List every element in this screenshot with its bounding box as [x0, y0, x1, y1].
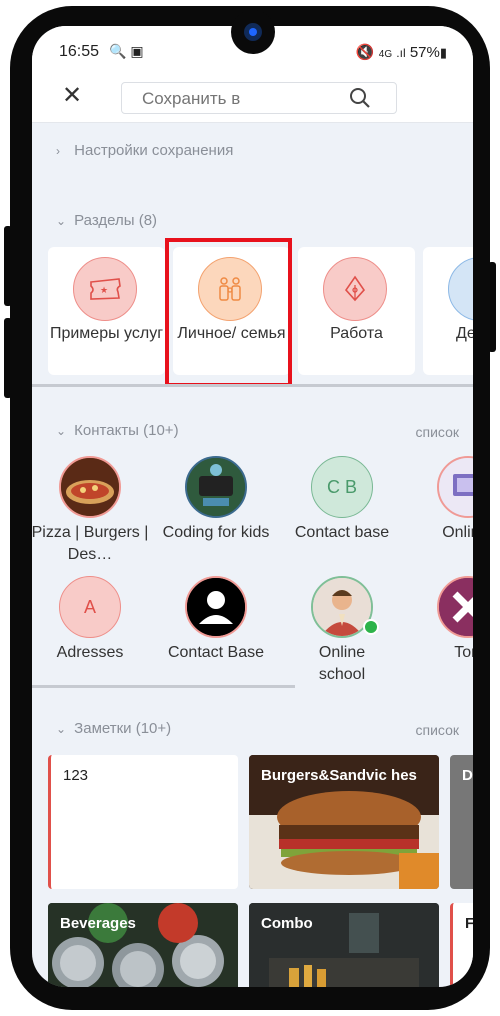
section-card-ded[interactable]: Дед на — [423, 247, 473, 375]
avatar-initials: C B — [311, 456, 373, 518]
sections-scrollbar[interactable] — [32, 384, 473, 387]
search-input[interactable] — [142, 89, 342, 109]
pen-nib-icon — [323, 257, 387, 321]
highlight-box — [165, 238, 292, 387]
signal-icon: .ıl — [396, 46, 406, 60]
battery-icon: ▮ — [439, 45, 447, 60]
note-card[interactable]: 123 — [48, 755, 238, 889]
notes-label: Заметки (10+) — [74, 720, 172, 737]
contact-name: Contact base — [294, 524, 390, 541]
search-box[interactable] — [121, 82, 397, 114]
note-title: Burgers&Sandvic hes — [261, 767, 417, 784]
person-icon — [185, 576, 247, 638]
globe-icon — [448, 257, 473, 321]
ticket-icon: ★ — [73, 257, 137, 321]
contact-name: Contact Base — [167, 644, 265, 661]
section-label: Работа — [330, 325, 383, 342]
status-right-icons: 🔇 4G .ıl 57%▮ — [356, 43, 447, 61]
mute-icon: 🔇 — [355, 44, 375, 61]
close-icon[interactable]: ✕ — [62, 84, 82, 108]
status-time: 16:55 — [59, 43, 100, 60]
note-title: D — [462, 767, 473, 784]
front-camera — [231, 10, 275, 54]
contact-name: Online- — [442, 524, 473, 541]
note-title: Combo — [261, 915, 313, 932]
note-card[interactable]: Beverages — [48, 903, 238, 987]
x-icon — [437, 576, 473, 638]
section-card-work[interactable]: Работа — [298, 247, 415, 375]
note-title: F — [465, 913, 473, 934]
screen: 16:55 🔍 ▣ 🔇 4G .ıl 57%▮ ✕ › Настройки со… — [32, 26, 473, 987]
search-icon[interactable] — [348, 86, 372, 110]
section-label: Примеры услуг — [49, 325, 164, 342]
section-label: Дед на — [456, 325, 473, 342]
avatar — [437, 456, 473, 518]
sections-label: Разделы (8) — [74, 212, 158, 229]
note-card[interactable]: Combo — [249, 903, 439, 987]
battery-percent: 57% — [409, 44, 440, 61]
avatar — [185, 456, 247, 518]
note-card[interactable]: F — [450, 903, 473, 987]
note-card[interactable]: D — [450, 755, 473, 889]
svg-text:★: ★ — [100, 286, 108, 296]
notes-header[interactable]: ⌄ Заметки (10+) — [56, 720, 171, 737]
chevron-down-icon: ⌄ — [56, 424, 67, 438]
contact-name: Coding for kids — [162, 524, 270, 541]
phone-frame: 16:55 🔍 ▣ 🔇 4G .ıl 57%▮ ✕ › Настройки со… — [0, 0, 500, 1016]
note-title: Beverages — [60, 915, 136, 932]
avatar — [59, 456, 121, 518]
avatar-initials: A — [59, 576, 121, 638]
sections-header[interactable]: ⌄ Разделы (8) — [56, 212, 157, 229]
section-card-services[interactable]: ★ Примеры услуг — [48, 247, 165, 375]
online-status-dot — [363, 619, 379, 635]
chevron-down-icon: ⌄ — [56, 214, 67, 228]
chevron-right-icon: › — [56, 144, 60, 158]
network-icon: 4G — [378, 49, 393, 60]
chevron-down-icon: ⌄ — [56, 722, 67, 736]
contacts-header[interactable]: ⌄ Контакты (10+) — [56, 422, 179, 439]
contacts-list-link[interactable]: список — [416, 424, 459, 440]
status-left-icons: 🔍 ▣ — [109, 43, 144, 59]
contact-name: Torr — [454, 644, 473, 661]
save-settings-toggle[interactable]: › Настройки сохранения — [56, 142, 233, 159]
note-card[interactable]: Burgers&Sandvic hes — [249, 755, 439, 889]
save-settings-label: Настройки сохранения — [74, 142, 234, 159]
contact-name: Online school — [318, 644, 366, 683]
note-title: 123 — [63, 767, 89, 784]
notes-list-link[interactable]: список — [416, 722, 459, 738]
contacts-scrollbar[interactable] — [32, 685, 295, 688]
contacts-label: Контакты (10+) — [74, 422, 179, 439]
contact-name: Adresses — [56, 644, 124, 661]
contact-name: Pizza | Burgers | Des… — [32, 524, 149, 563]
